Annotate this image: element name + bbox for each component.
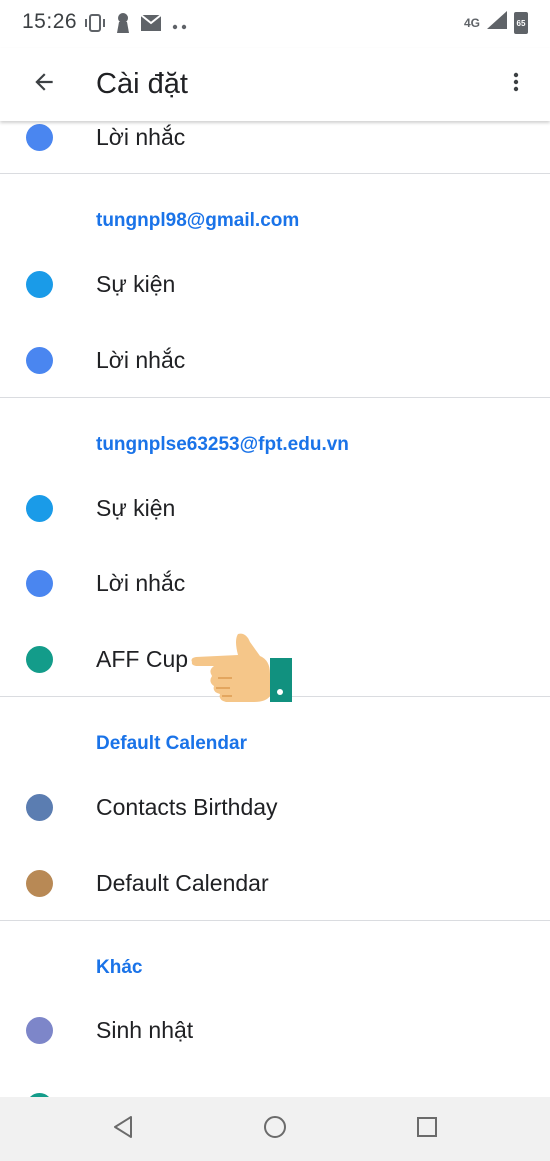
calendar-item-partial[interactable] (0, 1071, 550, 1097)
calendar-item-label: Sự kiện (96, 271, 176, 297)
section-header-account: tungnplse63253@fpt.edu.vn (96, 434, 349, 455)
calendar-color-dot (26, 870, 53, 897)
mail-icon (140, 14, 162, 37)
calendar-item-events[interactable]: Sự kiện (0, 249, 550, 319)
section-divider (0, 920, 550, 921)
more-dots-icon (172, 17, 188, 35)
calendar-item-reminders[interactable]: Lời nhắc (0, 548, 550, 618)
calendar-color-dot (26, 495, 53, 522)
calendar-color-dot (26, 124, 53, 151)
section-header-other: Khác (96, 957, 143, 978)
more-options-button[interactable] (496, 64, 536, 104)
section-divider (0, 173, 550, 174)
nav-home-icon (263, 1115, 287, 1144)
nav-back-button[interactable] (105, 1111, 141, 1147)
more-vert-icon (504, 70, 528, 99)
section-divider (0, 397, 550, 398)
calendar-item-events[interactable]: Sự kiện (0, 473, 550, 543)
battery-level: 65 (516, 18, 526, 28)
network-type: 4G (463, 15, 480, 30)
vibrate-icon (84, 13, 106, 38)
calendar-item-reminders[interactable]: Lời nhắc (0, 121, 550, 172)
calendar-item-label: Lời nhắc (96, 570, 186, 596)
signal-icon (486, 10, 508, 35)
calendar-item-contacts-birthday[interactable]: Contacts Birthday (0, 772, 550, 842)
calendar-item-default-calendar[interactable]: Default Calendar (0, 848, 550, 918)
nav-back-icon (112, 1115, 134, 1144)
calendar-color-dot (26, 1017, 53, 1044)
nav-recents-button[interactable] (409, 1111, 445, 1147)
status-bar: 15:26 4G 65 (0, 0, 550, 48)
section-header-default-calendar: Default Calendar (96, 733, 247, 754)
calendar-item-label: AFF Cup (96, 646, 189, 672)
keyhole-icon (116, 12, 130, 39)
calendar-item-label: Default Calendar (96, 870, 269, 896)
calendar-color-dot (26, 570, 53, 597)
calendar-color-dot (26, 794, 53, 821)
page-title: Cài đặt (96, 68, 188, 100)
calendar-item-label: Lời nhắc (96, 347, 186, 373)
nav-home-button[interactable] (257, 1111, 293, 1147)
calendar-item-label: Sự kiện (96, 495, 176, 521)
pointing-hand-icon (188, 630, 296, 706)
arrow-back-icon (31, 69, 57, 100)
calendar-item-birthdays[interactable]: Sinh nhật (0, 995, 550, 1065)
battery-icon: 65 (514, 11, 528, 34)
notification-icons (84, 12, 188, 39)
calendar-item-label: Lời nhắc (96, 124, 186, 150)
system-nav-bar (0, 1097, 550, 1161)
app-bar: Cài đặt (0, 48, 550, 121)
back-button[interactable] (24, 64, 64, 104)
calendar-item-label: Sinh nhật (96, 1017, 194, 1043)
calendar-item-label: Contacts Birthday (96, 794, 278, 820)
status-time: 15:26 (22, 10, 78, 33)
calendar-color-dot (26, 646, 53, 673)
nav-recents-icon (416, 1116, 438, 1143)
calendar-color-dot (26, 347, 53, 374)
calendar-color-dot (26, 271, 53, 298)
system-icons: 4G 65 (464, 10, 528, 35)
section-header-account: tungnpl98@gmail.com (96, 210, 300, 231)
settings-list[interactable]: Lời nhắc tungnpl98@gmail.com Sự kiện Lời… (0, 121, 550, 1097)
calendar-item-reminders[interactable]: Lời nhắc (0, 325, 550, 395)
